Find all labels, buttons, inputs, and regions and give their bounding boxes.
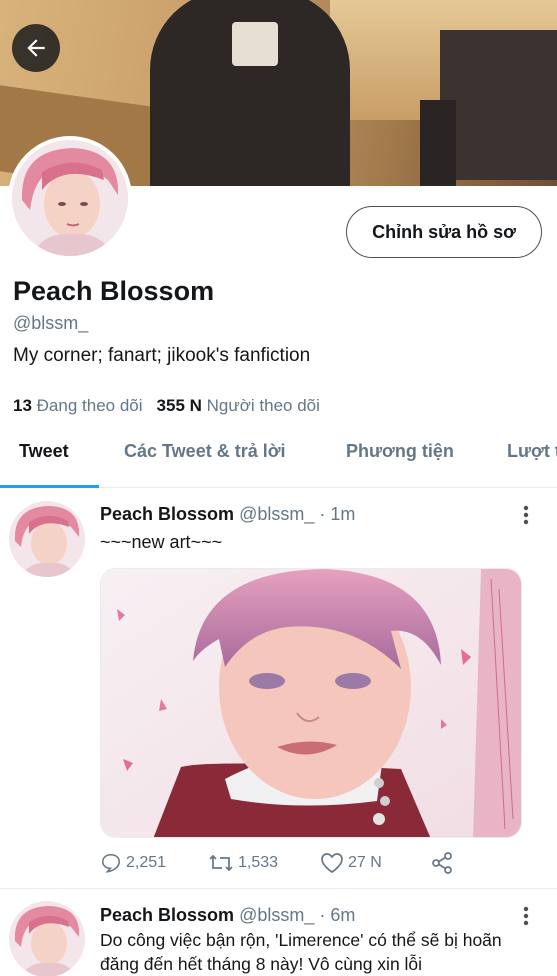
tweet-more-button[interactable] bbox=[518, 904, 534, 928]
banner-monitor bbox=[440, 30, 557, 180]
like-count: 27 N bbox=[348, 854, 382, 871]
tweet-text: Do công việc bận rộn, 'Limerence' có thể… bbox=[100, 930, 502, 974]
tweet-media-image[interactable] bbox=[100, 568, 522, 838]
share-icon bbox=[432, 852, 452, 874]
profile-name: Peach Blossom bbox=[13, 276, 215, 306]
following-label: Đang theo dõi bbox=[36, 396, 143, 415]
tweet-avatar[interactable] bbox=[9, 501, 85, 577]
share-button[interactable] bbox=[430, 850, 458, 876]
profile-bio: My corner; fanart; jikook's fanfiction bbox=[13, 345, 311, 366]
more-vertical-icon bbox=[523, 906, 529, 926]
tab-tweets-replies[interactable]: Các Tweet & trả lời bbox=[124, 432, 286, 487]
tweet-more-button[interactable] bbox=[518, 503, 534, 527]
profile-avatar[interactable] bbox=[8, 136, 132, 260]
heart-icon bbox=[321, 853, 343, 874]
back-button[interactable] bbox=[12, 24, 60, 72]
tweet-author-name[interactable]: Peach Blossom bbox=[100, 504, 234, 524]
tweet-header: Peach Blossom @blssm_ · 6m bbox=[100, 905, 355, 926]
avatar-art bbox=[12, 140, 128, 256]
reply-button[interactable]: 2,251 bbox=[100, 850, 166, 876]
profile-tabs: Tweet Các Tweet & trả lời Phương tiện Lư… bbox=[0, 432, 557, 488]
retweet-icon bbox=[209, 854, 233, 872]
reply-icon bbox=[101, 853, 121, 873]
tab-likes[interactable]: Lượt thích bbox=[507, 432, 557, 487]
more-vertical-icon bbox=[523, 505, 529, 525]
retweet-count: 1,533 bbox=[238, 854, 279, 871]
tweet-avatar-art bbox=[9, 501, 85, 577]
fanart-image bbox=[101, 569, 521, 837]
followers-link[interactable]: 355 N Người theo dõi bbox=[157, 396, 320, 415]
like-button[interactable]: 27 N bbox=[320, 850, 382, 876]
arrow-left-icon bbox=[27, 39, 45, 57]
tab-media[interactable]: Phương tiện bbox=[346, 432, 454, 487]
banner-chair bbox=[420, 100, 456, 186]
following-count: 13 bbox=[13, 396, 32, 415]
retweet-button[interactable]: 1,533 bbox=[208, 850, 278, 876]
follow-stats: 13 Đang theo dõi 355 N Người theo dõi bbox=[13, 396, 320, 416]
active-tab-indicator bbox=[0, 485, 99, 488]
tweet-avatar-art bbox=[9, 901, 85, 976]
tweet-handle-time: @blssm_ · 6m bbox=[239, 905, 356, 925]
profile-handle: @blssm_ bbox=[13, 313, 89, 333]
tweet-handle-time: @blssm_ · 1m bbox=[239, 504, 356, 524]
edit-profile-button[interactable]: Chỉnh sửa hồ sơ bbox=[346, 206, 542, 258]
tweet-avatar[interactable] bbox=[9, 901, 85, 976]
tweet-divider bbox=[0, 888, 557, 889]
tweet-author-name[interactable]: Peach Blossom bbox=[100, 905, 234, 925]
following-link[interactable]: 13 Đang theo dõi bbox=[13, 396, 143, 415]
followers-count: 355 N bbox=[156, 396, 202, 415]
tweet-text: ~~~new art~~~ bbox=[100, 532, 223, 552]
tweet-actions: 2,251 1,533 27 N bbox=[100, 850, 520, 876]
reply-count: 2,251 bbox=[126, 854, 167, 871]
banner-cup bbox=[232, 22, 278, 66]
followers-label: Người theo dõi bbox=[206, 396, 320, 415]
tweet-header: Peach Blossom @blssm_ · 1m bbox=[100, 504, 355, 525]
tab-tweet[interactable]: Tweet bbox=[19, 432, 69, 487]
